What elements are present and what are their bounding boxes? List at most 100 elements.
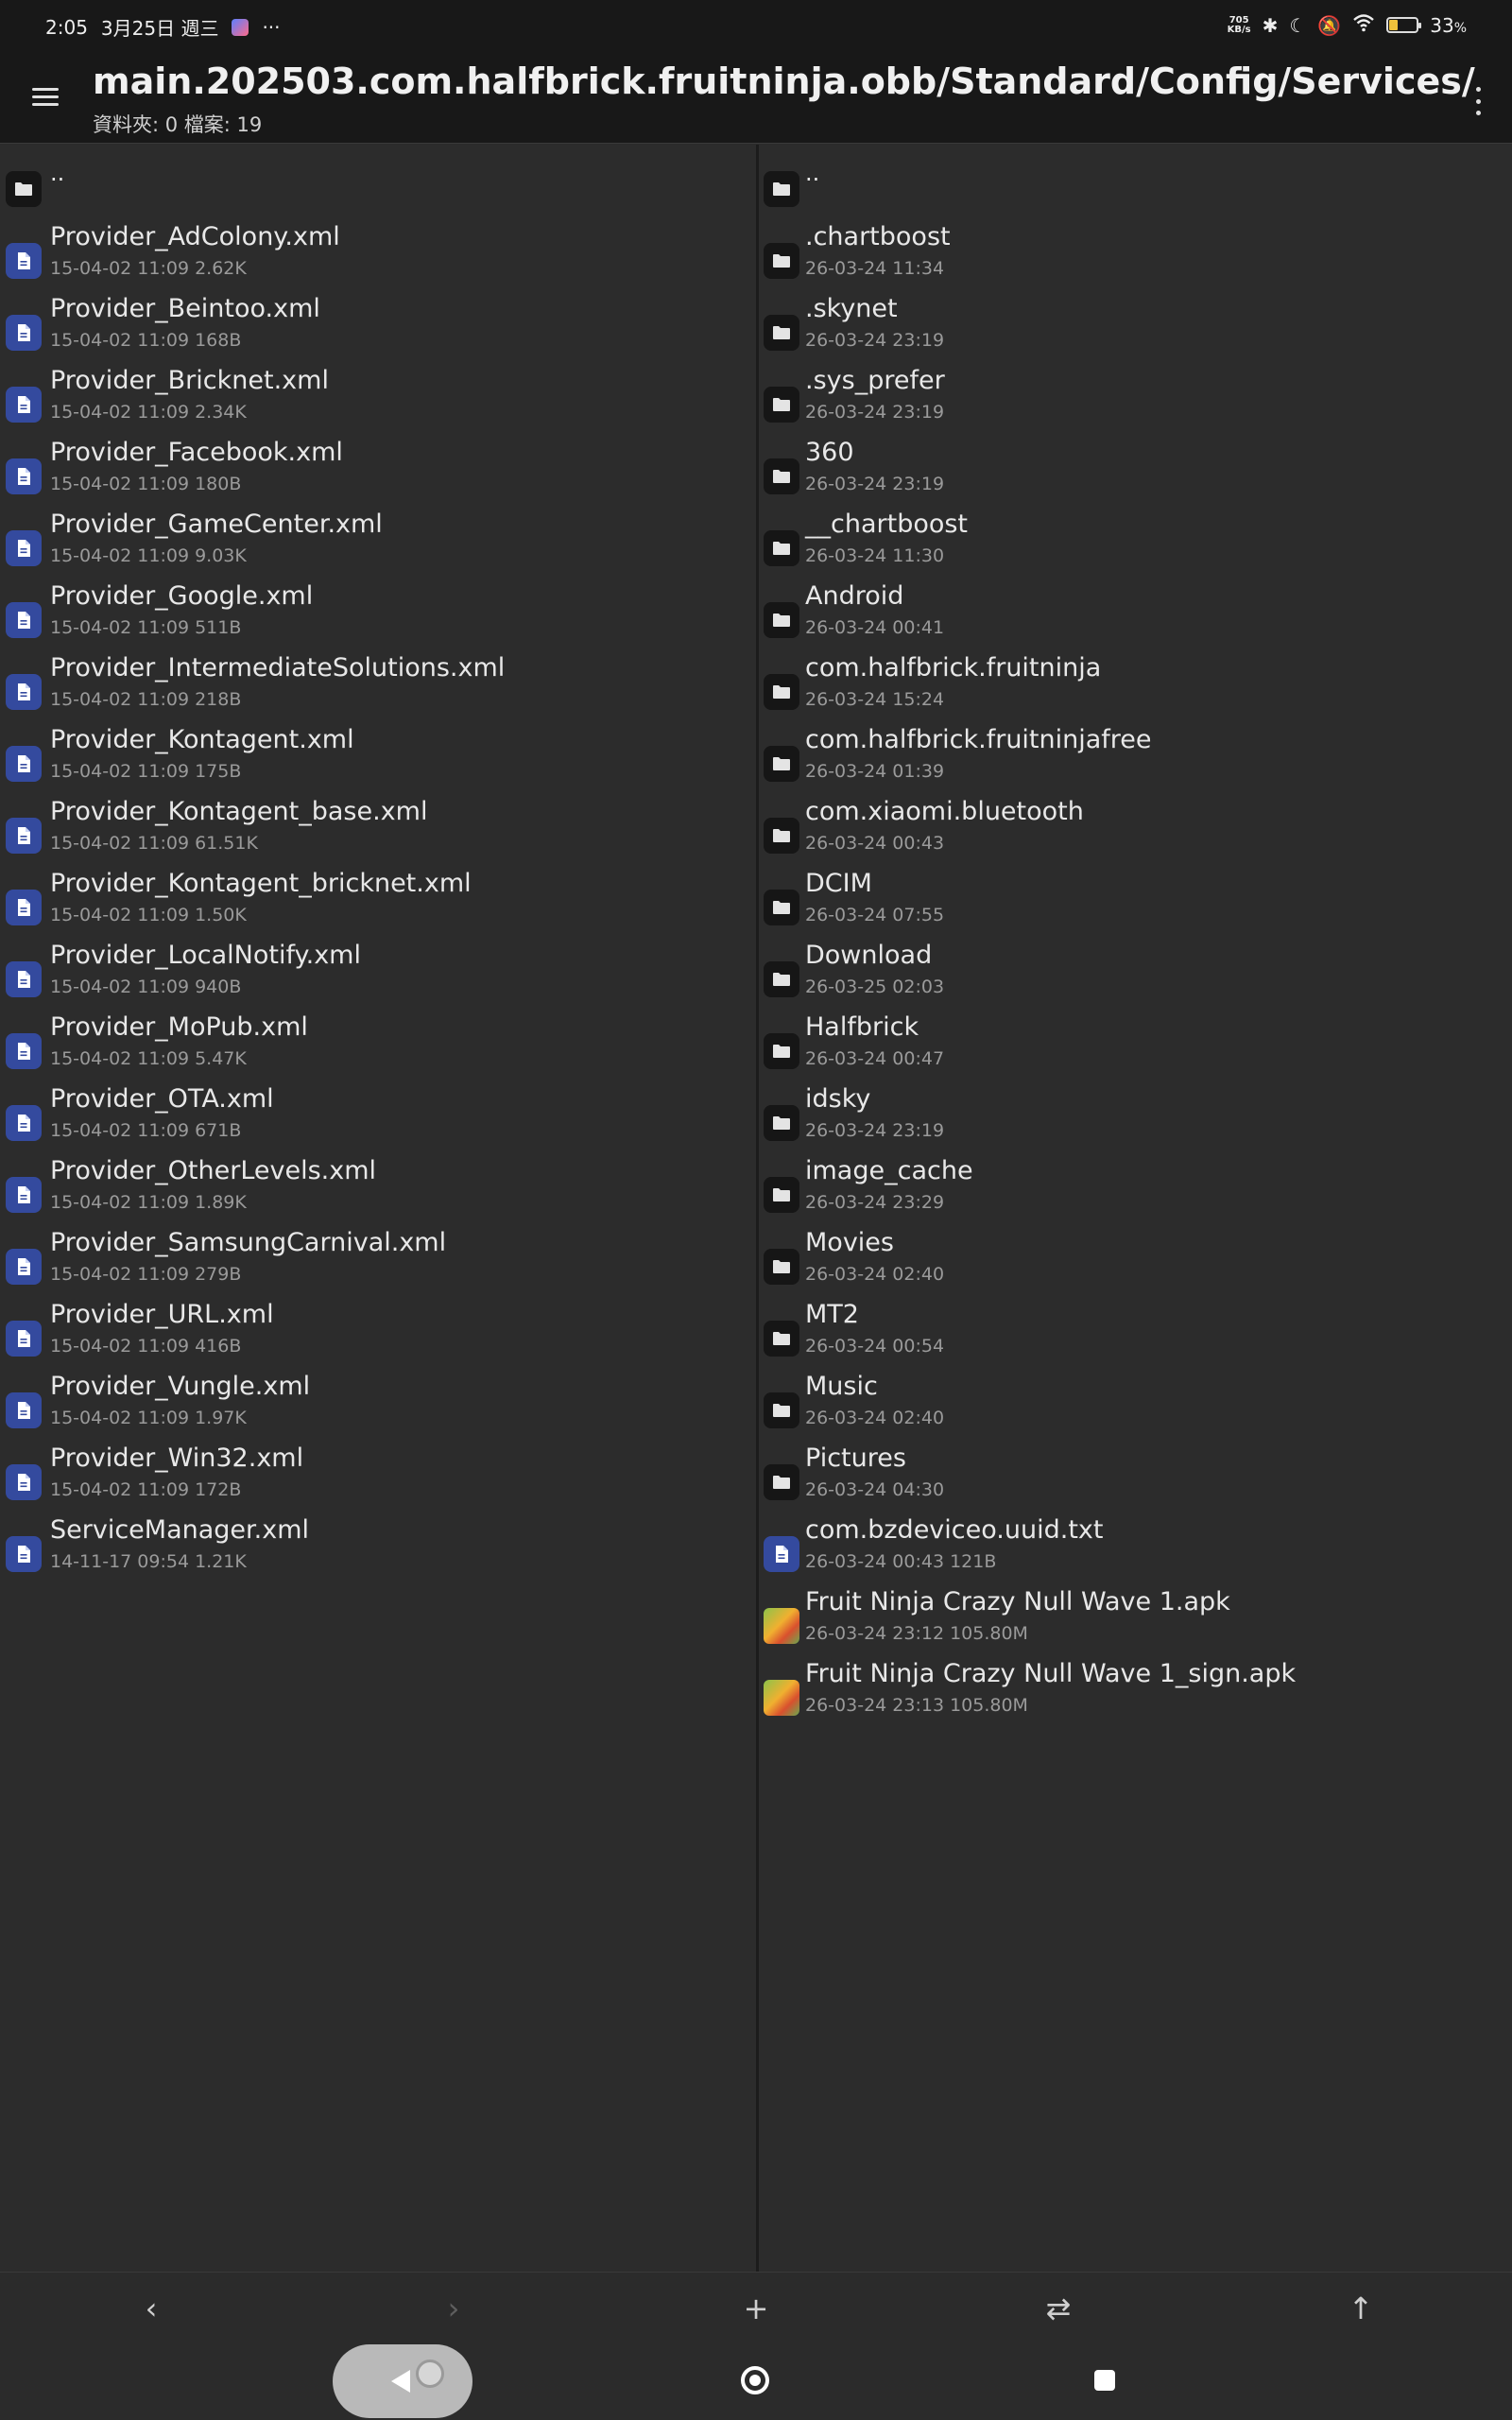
menu-button[interactable] (26, 83, 64, 113)
back-icon[interactable] (333, 2344, 472, 2418)
alarm-off-icon: 🔕 (1317, 13, 1342, 37)
right-file-pane[interactable]: .. .chartboost 26-03-24 11:34 .skynet 26-03-… (759, 145, 1512, 2272)
folder-row[interactable]: Pictures 26-03-24 04:30 (759, 1438, 1512, 1510)
item-name: ServiceManager.xml (50, 1515, 310, 1545)
item-name: Provider_IntermediateSolutions.xml (50, 653, 506, 683)
status-left: 2:05 3月25日 週三 ··· (45, 13, 281, 41)
file-row[interactable]: Provider_MoPub.xml 15-04-02 11:09 5.47K (0, 1007, 756, 1079)
item-meta: 15-04-02 11:09 671B (50, 1120, 242, 1141)
folder-row[interactable]: Music 26-03-24 02:40 (759, 1366, 1512, 1438)
file-icon (6, 818, 42, 854)
file-row[interactable]: Fruit Ninja Crazy Null Wave 1_sign.apk 26… (759, 1653, 1512, 1725)
file-row[interactable]: Provider_Vungle.xml 15-04-02 11:09 1.97K (0, 1366, 756, 1438)
file-row[interactable]: Provider_Bricknet.xml 15-04-02 11:09 2.34… (0, 360, 756, 432)
folder-icon (6, 171, 42, 207)
folder-row[interactable]: .sys_prefer 26-03-24 23:19 (759, 360, 1512, 432)
folder-row[interactable]: MT2 26-03-24 00:54 (759, 1294, 1512, 1366)
folder-icon (764, 530, 799, 566)
file-row[interactable]: ServiceManager.xml 14-11-17 09:54 1.21K (0, 1510, 756, 1582)
item-name: Provider_OtherLevels.xml (50, 1156, 377, 1185)
file-icon (6, 1105, 42, 1141)
item-meta: 15-04-02 11:09 1.97K (50, 1408, 247, 1428)
status-bar: 2:05 3月25日 週三 ··· 705 KB/s ✱ ☾ 🔕 33% (0, 0, 1512, 55)
file-row[interactable]: Provider_Kontagent.xml 15-04-02 11:09 175… (0, 719, 756, 791)
item-meta: 15-04-02 11:09 940B (50, 977, 242, 997)
folder-icon (764, 458, 799, 494)
go-up-button[interactable]: ↑ (1336, 2284, 1385, 2333)
item-meta: 15-04-02 11:09 279B (50, 1264, 242, 1285)
file-row[interactable]: Provider_OtherLevels.xml 15-04-02 11:09 1… (0, 1150, 756, 1222)
file-icon (6, 602, 42, 638)
file-row[interactable]: Provider_Kontagent_base.xml 15-04-02 11:0… (0, 791, 756, 863)
file-row[interactable]: Provider_LocalNotify.xml 15-04-02 11:09 9… (0, 935, 756, 1007)
item-name: Provider_Beintoo.xml (50, 294, 320, 323)
forward-nav-button[interactable]: › (429, 2284, 478, 2333)
folder-row[interactable]: DCIM 26-03-24 07:55 (759, 863, 1512, 935)
item-meta: 26-03-24 00:54 (805, 1336, 945, 1357)
item-name: MT2 (805, 1300, 859, 1329)
item-meta: 15-04-02 11:09 5.47K (50, 1048, 247, 1069)
folder-row[interactable]: Movies 26-03-24 02:40 (759, 1222, 1512, 1294)
item-meta: 26-03-24 02:40 (805, 1408, 945, 1428)
swap-panes-button[interactable]: ⇄ (1034, 2284, 1083, 2333)
file-row[interactable]: com.bzdeviceo.uuid.txt 26-03-24 00:43 121… (759, 1510, 1512, 1582)
item-name: Download (805, 941, 933, 970)
overflow-menu-button[interactable] (1472, 87, 1484, 115)
folder-row[interactable]: Android 26-03-24 00:41 (759, 576, 1512, 648)
parent-directory-row[interactable]: .. (0, 145, 756, 216)
wifi-icon (1352, 13, 1375, 37)
file-row[interactable]: Provider_IntermediateSolutions.xml 15-04-… (0, 648, 756, 719)
item-name: .. (50, 160, 65, 186)
file-row[interactable]: Fruit Ninja Crazy Null Wave 1.apk 26-03-2… (759, 1582, 1512, 1653)
file-row[interactable]: Provider_GameCenter.xml 15-04-02 11:09 9.… (0, 504, 756, 576)
file-row[interactable]: Provider_Facebook.xml 15-04-02 11:09 180B (0, 432, 756, 504)
item-meta: 26-03-24 00:41 (805, 617, 945, 638)
file-row[interactable]: Provider_OTA.xml 15-04-02 11:09 671B (0, 1079, 756, 1150)
item-meta: 26-03-24 07:55 (805, 905, 945, 925)
folder-row[interactable]: .chartboost 26-03-24 11:34 (759, 216, 1512, 288)
more-notifications-icon: ··· (262, 15, 281, 39)
folder-row[interactable]: 360 26-03-24 23:19 (759, 432, 1512, 504)
folder-row[interactable]: com.halfbrick.fruitninjafree 26-03-24 01:… (759, 719, 1512, 791)
item-meta: 15-04-02 11:09 2.34K (50, 402, 247, 423)
item-meta: 26-03-24 23:29 (805, 1192, 945, 1213)
folder-icon (764, 818, 799, 854)
back-nav-button[interactable]: ‹ (127, 2284, 176, 2333)
home-icon[interactable] (741, 2366, 769, 2394)
item-meta: 15-04-02 11:09 1.50K (50, 905, 247, 925)
plus-icon: + (743, 2290, 769, 2326)
add-button[interactable]: + (731, 2284, 781, 2333)
folder-row[interactable]: image_cache 26-03-24 23:29 (759, 1150, 1512, 1222)
folder-row[interactable]: com.halfbrick.fruitninja 26-03-24 15:24 (759, 648, 1512, 719)
file-row[interactable]: Provider_URL.xml 15-04-02 11:09 416B (0, 1294, 756, 1366)
file-row[interactable]: Provider_Win32.xml 15-04-02 11:09 172B (0, 1438, 756, 1510)
file-icon (6, 961, 42, 997)
file-row[interactable]: Provider_SamsungCarnival.xml 15-04-02 11:… (0, 1222, 756, 1294)
file-row[interactable]: Provider_Google.xml 15-04-02 11:09 511B (0, 576, 756, 648)
file-icon (6, 387, 42, 423)
folder-row[interactable]: .skynet 26-03-24 23:19 (759, 288, 1512, 360)
item-meta: 15-04-02 11:09 168B (50, 330, 242, 351)
folder-icon (764, 1464, 799, 1500)
item-name: com.halfbrick.fruitninjafree (805, 725, 1152, 754)
file-icon (764, 1536, 799, 1572)
folder-row[interactable]: Halfbrick 26-03-24 00:47 (759, 1007, 1512, 1079)
file-icon (6, 1464, 42, 1500)
item-name: Provider_Facebook.xml (50, 438, 343, 467)
folder-row[interactable]: Download 26-03-25 02:03 (759, 935, 1512, 1007)
parent-directory-row[interactable]: .. (759, 145, 1512, 216)
folder-row[interactable]: com.xiaomi.bluetooth 26-03-24 00:43 (759, 791, 1512, 863)
file-icon (6, 1033, 42, 1069)
folder-row[interactable]: __chartboost 26-03-24 11:30 (759, 504, 1512, 576)
battery-icon (1386, 17, 1422, 33)
file-row[interactable]: Provider_Kontagent_bricknet.xml 15-04-02 … (0, 863, 756, 935)
item-name: Provider_Google.xml (50, 581, 314, 611)
item-name: Provider_MoPub.xml (50, 1012, 308, 1042)
file-row[interactable]: Provider_AdColony.xml 15-04-02 11:09 2.62… (0, 216, 756, 288)
folder-row[interactable]: idsky 26-03-24 23:19 (759, 1079, 1512, 1150)
touch-indicator (416, 2360, 444, 2388)
file-row[interactable]: Provider_Beintoo.xml 15-04-02 11:09 168B (0, 288, 756, 360)
item-meta: 26-03-24 11:34 (805, 258, 945, 279)
recents-icon[interactable] (1094, 2370, 1115, 2391)
left-file-pane[interactable]: .. Provider_AdColony.xml 15-04-02 11:09 2.… (0, 145, 756, 2272)
